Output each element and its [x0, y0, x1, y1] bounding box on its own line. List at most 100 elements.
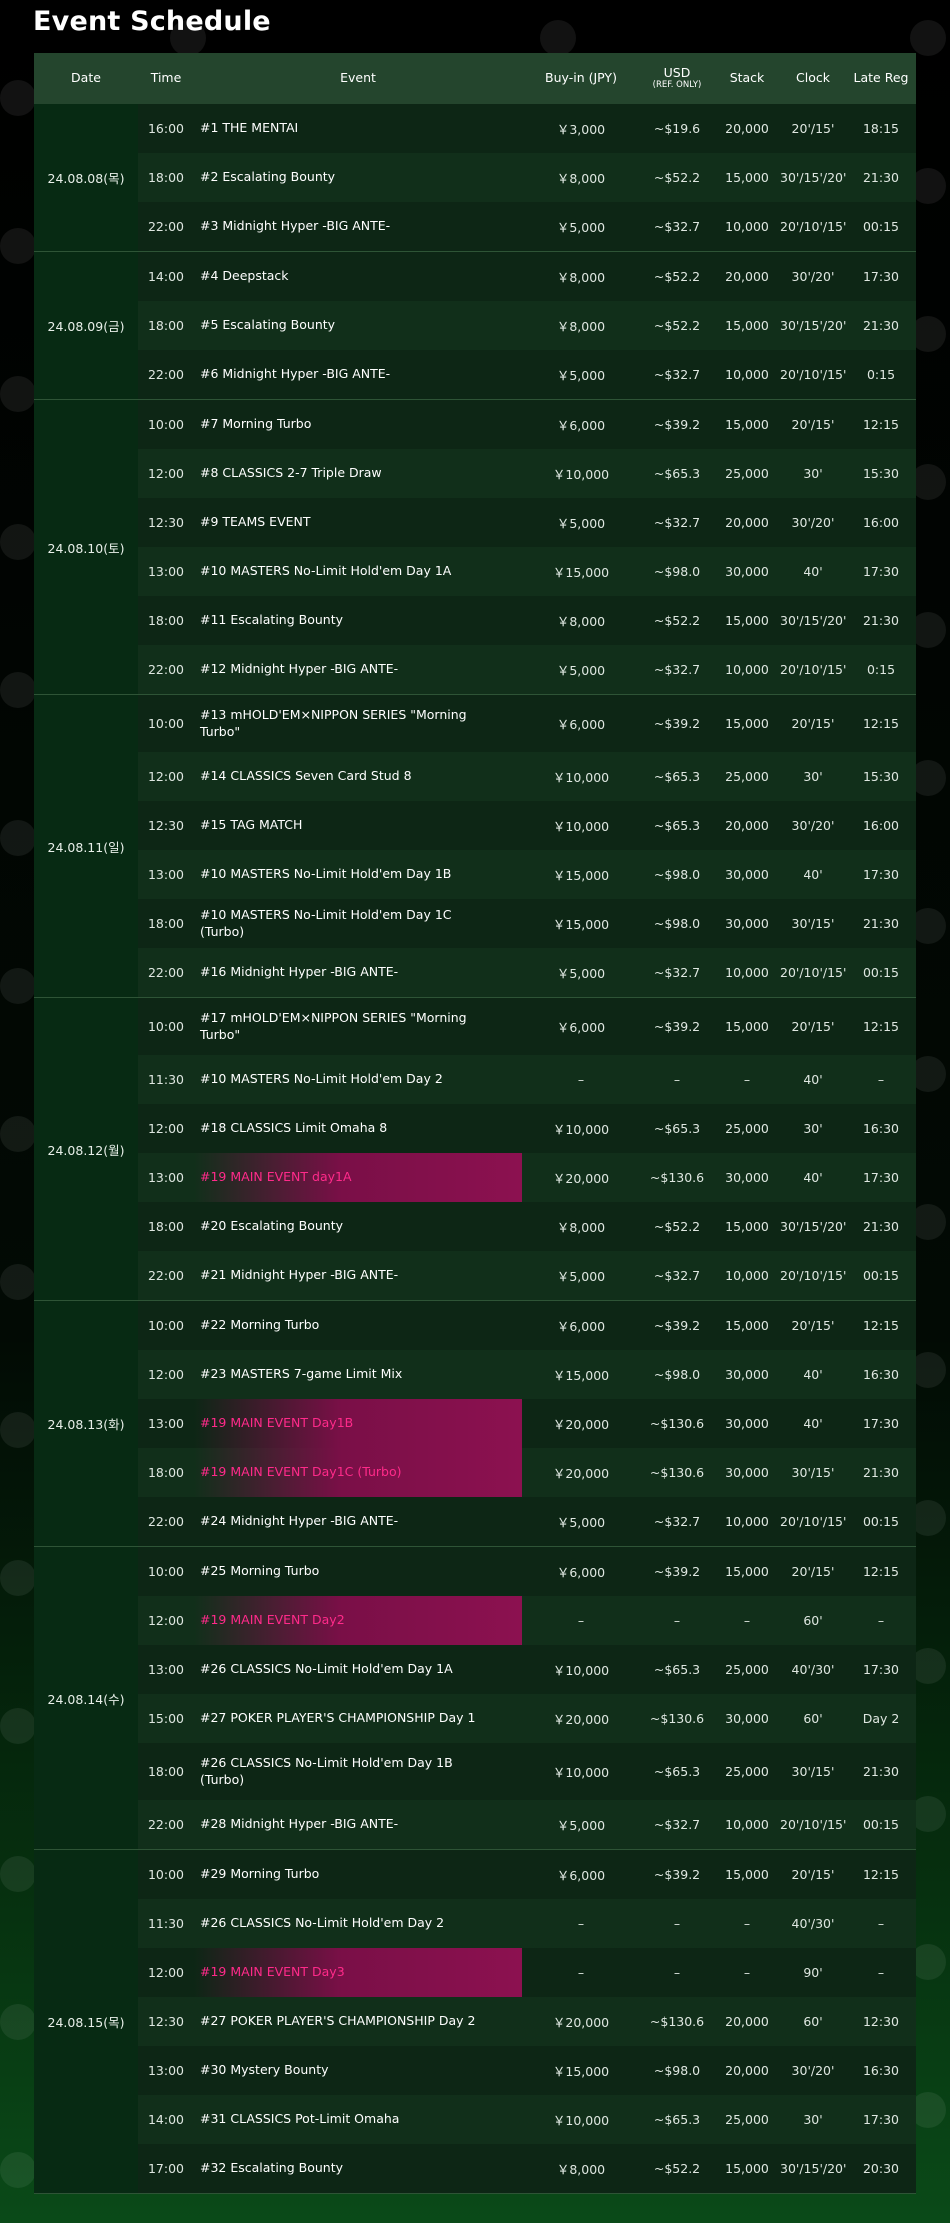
buyin-cell: ￥5,000	[556, 1818, 606, 1833]
usd-cell: ~$130.6	[649, 1170, 705, 1185]
stack-cell: 15,000	[725, 1019, 769, 1034]
usd-cell: ~$32.7	[653, 219, 701, 234]
clock-cell: 20'/10'/15'	[780, 219, 847, 234]
event-cell: #20 Escalating Bounty	[200, 1218, 343, 1234]
table-row: 10:00 #13 mHOLD'EM×NIPPON SERIES "Morning…	[138, 695, 916, 752]
late-reg-cell: 16:30	[862, 2063, 900, 2078]
usd-cell: ~$130.6	[649, 2014, 705, 2029]
buyin-cell: ￥6,000	[556, 1319, 606, 1334]
stack-cell: 30,000	[725, 1711, 769, 1726]
event-cell: #17 mHOLD'EM×NIPPON SERIES "Morning Turb…	[200, 1010, 467, 1042]
buyin-cell: ￥15,000	[552, 1368, 610, 1383]
clock-cell: 60'	[803, 1711, 823, 1726]
buyin-cell: ￥5,000	[556, 220, 606, 235]
late-reg-cell: 15:30	[862, 466, 900, 481]
time-cell: 11:30	[147, 1072, 185, 1087]
table-row: 18:00 #26 CLASSICS No-Limit Hold'em Day 1…	[138, 1743, 916, 1800]
usd-cell: ~$39.2	[653, 1564, 701, 1579]
stack-cell: –	[743, 1916, 751, 1931]
table-row: 18:00 #11 Escalating Bounty ￥8,000 ~$52.2 15…	[138, 596, 916, 645]
usd-cell: ~$32.7	[653, 1817, 701, 1832]
header-usd-note: (REF. ONLY)	[652, 79, 702, 90]
event-cell: #21 Midnight Hyper -BIG ANTE-	[200, 1267, 399, 1283]
buyin-cell: ￥5,000	[556, 1515, 606, 1530]
buyin-cell: ￥6,000	[556, 717, 606, 732]
stack-cell: 15,000	[725, 1867, 769, 1882]
day-group: 24.08.14(수) 10:00 #25 Morning Turbo ￥6,000 ~…	[34, 1547, 916, 1850]
clock-cell: 20'/15'	[791, 716, 835, 731]
stack-cell: 20,000	[725, 121, 769, 136]
late-reg-cell: 0:15	[866, 662, 896, 677]
poker-club-logo-icon	[0, 1856, 36, 1892]
late-reg-cell: 12:15	[862, 1867, 900, 1882]
table-row: 16:00 #1 THE MENTAI ￥3,000 ~$19.6 20,000 20'/…	[138, 104, 916, 153]
late-reg-cell: –	[877, 1916, 885, 1931]
late-reg-cell: 21:30	[862, 170, 900, 185]
usd-cell: –	[673, 1916, 681, 1931]
buyin-cell: ￥10,000	[552, 1765, 610, 1780]
header-usd-label: USD	[663, 65, 691, 81]
stack-cell: 10,000	[725, 1514, 769, 1529]
time-cell: 18:00	[147, 1219, 185, 1234]
late-reg-cell: 12:15	[862, 417, 900, 432]
time-cell: 22:00	[147, 367, 185, 382]
late-reg-cell: 21:30	[862, 1465, 900, 1480]
table-row: 13:00 #30 Mystery Bounty ￥15,000 ~$98.0 20,0…	[138, 2046, 916, 2095]
clock-cell: 30'/15'/20'	[780, 170, 847, 185]
table-row: 22:00 #28 Midnight Hyper -BIG ANTE- ￥5,000…	[138, 1800, 916, 1849]
event-cell: #25 Morning Turbo	[200, 1563, 320, 1579]
buyin-cell: –	[577, 1965, 585, 1980]
time-cell: 22:00	[147, 1268, 185, 1283]
table-row: 15:00 #27 POKER PLAYER'S CHAMPIONSHIP Day…	[138, 1694, 916, 1743]
buyin-cell: –	[577, 1916, 585, 1931]
time-cell: 13:00	[147, 2063, 185, 2078]
time-cell: 18:00	[147, 170, 185, 185]
time-cell: 10:00	[147, 1318, 185, 1333]
clock-cell: 90'	[803, 1965, 823, 1980]
late-reg-cell: 21:30	[862, 1764, 900, 1779]
clock-cell: 20'/15'	[791, 417, 835, 432]
usd-cell: ~$32.7	[653, 1268, 701, 1283]
stack-cell: 25,000	[725, 2112, 769, 2127]
clock-cell: 20'/10'/15'	[780, 1268, 847, 1283]
time-cell: 12:00	[147, 769, 185, 784]
time-cell: 13:00	[147, 1662, 185, 1677]
day-group: 24.08.13(화) 10:00 #22 Morning Turbo ￥6,000 ~…	[34, 1301, 916, 1547]
table-row: 18:00 #2 Escalating Bounty ￥8,000 ~$52.2 15,…	[138, 153, 916, 202]
clock-cell: 30'	[803, 769, 823, 784]
poker-club-logo-icon	[0, 820, 36, 856]
buyin-cell: ￥15,000	[552, 2064, 610, 2079]
buyin-cell: ￥15,000	[552, 868, 610, 883]
late-reg-cell: 00:15	[862, 1514, 900, 1529]
stack-cell: 15,000	[725, 613, 769, 628]
table-row: 12:00 #23 MASTERS 7-game Limit Mix ￥15,000…	[138, 1350, 916, 1399]
time-cell: 12:30	[147, 2014, 185, 2029]
buyin-cell: ￥5,000	[556, 368, 606, 383]
usd-cell: ~$98.0	[653, 2063, 701, 2078]
usd-cell: ~$98.0	[653, 1367, 701, 1382]
usd-cell: ~$39.2	[653, 1019, 701, 1034]
event-cell: #23 MASTERS 7-game Limit Mix	[200, 1366, 403, 1382]
poker-club-logo-icon	[0, 1560, 36, 1596]
poker-club-logo-icon	[0, 376, 36, 412]
buyin-cell: ￥5,000	[556, 966, 606, 981]
main-event-cell: #19 MAIN EVENT Day2	[194, 1596, 522, 1645]
late-reg-cell: 21:30	[862, 916, 900, 931]
clock-cell: 20'/15'	[791, 1019, 835, 1034]
late-reg-cell: 17:30	[862, 2112, 900, 2127]
buyin-cell: –	[577, 1072, 585, 1087]
event-cell: #10 MASTERS No-Limit Hold'em Day 1C (Tur…	[200, 907, 452, 939]
event-cell: #16 Midnight Hyper -BIG ANTE-	[200, 964, 399, 980]
usd-cell: ~$52.2	[653, 318, 701, 333]
event-cell: #22 Morning Turbo	[200, 1317, 320, 1333]
table-row: 11:30 #10 MASTERS No-Limit Hold'em Day 2 –…	[138, 1055, 916, 1104]
day-group: 24.08.12(월) 10:00 #17 mHOLD'EM×NIPPON SERI…	[34, 998, 916, 1301]
event-cell: #15 TAG MATCH	[200, 817, 303, 833]
day-group: 24.08.11(일) 10:00 #13 mHOLD'EM×NIPPON SERI…	[34, 695, 916, 998]
clock-cell: 30'/15'	[791, 1764, 835, 1779]
stack-cell: 15,000	[725, 417, 769, 432]
poker-club-logo-icon	[0, 1116, 36, 1152]
clock-cell: 20'/10'/15'	[780, 965, 847, 980]
buyin-cell: ￥10,000	[552, 770, 610, 785]
usd-cell: ~$39.2	[653, 1867, 701, 1882]
